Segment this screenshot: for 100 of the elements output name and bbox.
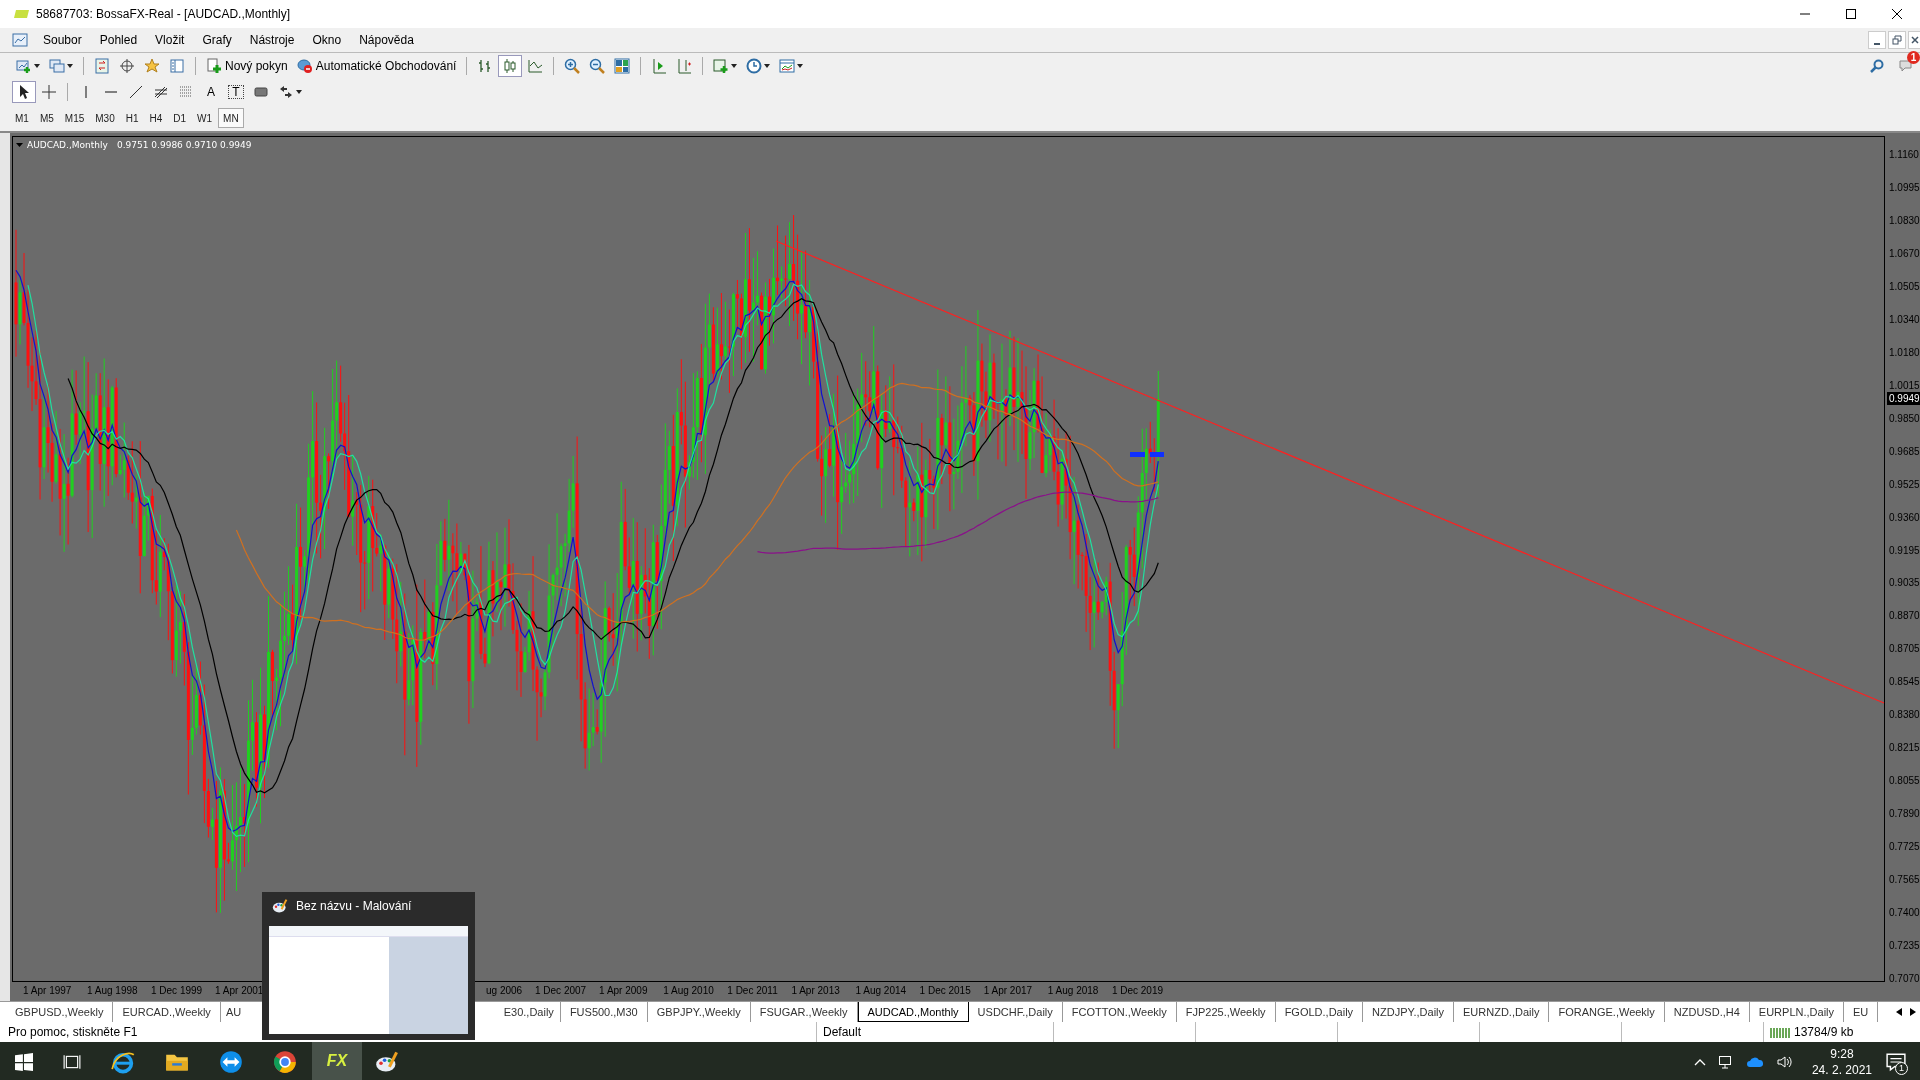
palette-icon bbox=[272, 898, 288, 914]
chart-tab[interactable]: AUDCAD.,Monthly bbox=[857, 1002, 969, 1022]
restore-icon bbox=[1892, 35, 1902, 45]
date-label: 1 Aug 2018 bbox=[1047, 985, 1099, 996]
template-icon bbox=[779, 58, 796, 74]
price-label: 1.0995 bbox=[1888, 180, 1920, 194]
date-label: 1 Apr 2001 bbox=[215, 985, 264, 996]
round-browser-icon[interactable] bbox=[273, 1050, 297, 1074]
status-help-text: Pro pomoc, stiskněte F1 bbox=[7, 1025, 138, 1039]
task-view-icon[interactable] bbox=[63, 1053, 81, 1071]
notification-count: 1 bbox=[1895, 1062, 1908, 1075]
candlestick-icon bbox=[502, 58, 519, 74]
speaker-icon[interactable] bbox=[1775, 1054, 1792, 1070]
star-icon bbox=[144, 58, 160, 74]
window-title: 58687703: BossaFX-Real - [AUDCAD.,Monthly] bbox=[36, 7, 291, 21]
menu-item[interactable]: Nápověda bbox=[350, 33, 423, 47]
price-label: 1.0340 bbox=[1888, 312, 1920, 326]
child-close-button[interactable] bbox=[1908, 31, 1920, 49]
price-label: 0.8545 bbox=[1888, 675, 1920, 689]
candlestick-button[interactable] bbox=[498, 55, 523, 77]
menu-item[interactable]: Okno bbox=[303, 33, 351, 47]
windows-logo-icon[interactable] bbox=[15, 1053, 33, 1071]
caret-icon bbox=[731, 64, 738, 68]
preview-title: Bez názvu - Malování bbox=[296, 899, 412, 913]
timeframe-button[interactable]: H1 bbox=[120, 108, 144, 128]
child-minimize-button[interactable] bbox=[1868, 31, 1886, 49]
caret-left-icon bbox=[1896, 1008, 1902, 1016]
horizontal-line-icon bbox=[105, 91, 117, 93]
child-restore-button[interactable] bbox=[1888, 31, 1906, 49]
timeframe-button[interactable]: M1 bbox=[10, 108, 34, 128]
menu-item[interactable]: Grafy bbox=[193, 33, 241, 47]
clock-date: 24. 2. 2021 bbox=[1811, 1062, 1872, 1078]
notification-icon[interactable] bbox=[1886, 1052, 1906, 1072]
timeframe-button[interactable]: MN bbox=[218, 108, 244, 128]
date-label: 1 Aug 2014 bbox=[855, 985, 907, 996]
close-icon bbox=[1909, 35, 1920, 45]
price-label: 1.1160 bbox=[1888, 148, 1920, 161]
timeframe-button[interactable]: M15 bbox=[59, 108, 90, 128]
price-label: 0.9195 bbox=[1888, 543, 1920, 557]
app-logo-icon bbox=[14, 9, 30, 19]
price-label: 0.9525 bbox=[1888, 477, 1920, 491]
date-label: 1 Dec 2019 bbox=[1111, 985, 1164, 996]
text-tool-button[interactable]: A bbox=[199, 81, 223, 103]
stop-badge-icon bbox=[296, 58, 313, 74]
traffic-text: 13784/9 kb bbox=[1794, 1025, 1854, 1039]
panel-icon bbox=[169, 58, 185, 74]
collapse-arrow-icon[interactable] bbox=[16, 143, 23, 147]
menu-item[interactable]: Soubor bbox=[34, 33, 91, 47]
timeframe-button[interactable]: D1 bbox=[168, 108, 192, 128]
price-label: 1.0505 bbox=[1888, 279, 1920, 293]
price-label: 0.8705 bbox=[1888, 642, 1920, 656]
date-label: 1 Apr 2009 bbox=[599, 985, 648, 996]
arrows-sheet-icon bbox=[94, 58, 110, 74]
new-order-button[interactable]: Nový pokyn bbox=[202, 55, 292, 77]
price-label: 0.7400 bbox=[1888, 906, 1920, 920]
fan-lines-icon bbox=[153, 84, 169, 100]
price-label: 0.7890 bbox=[1888, 807, 1920, 821]
chart-window-icon[interactable] bbox=[12, 32, 28, 48]
auto-trading-button[interactable]: Automatické Obchodování bbox=[292, 55, 461, 77]
price-label: 0.7725 bbox=[1888, 840, 1920, 854]
timeframe-button[interactable]: M5 bbox=[34, 108, 59, 128]
cloud-icon[interactable] bbox=[1745, 1056, 1764, 1068]
search-icon[interactable] bbox=[1869, 58, 1885, 74]
menu-item[interactable]: Pohled bbox=[90, 33, 147, 47]
price-label: 0.9035 bbox=[1888, 576, 1920, 590]
price-label: 1.0830 bbox=[1888, 213, 1920, 227]
timeframe-button[interactable]: W1 bbox=[192, 108, 218, 128]
menu-item[interactable]: Vložit bbox=[146, 33, 194, 47]
timeframe-button[interactable]: M30 bbox=[90, 108, 120, 128]
timeframe-button[interactable]: H4 bbox=[144, 108, 168, 128]
date-label: 1 Apr 2013 bbox=[791, 985, 840, 996]
date-label: 1 Dec 2007 bbox=[535, 985, 587, 996]
plus-icon bbox=[206, 58, 222, 74]
vertical-line-icon bbox=[85, 86, 87, 98]
windows-icon bbox=[49, 58, 65, 74]
price-label: 0.7565 bbox=[1888, 873, 1920, 887]
palette-icon[interactable] bbox=[375, 1050, 399, 1074]
maximize-icon bbox=[1845, 8, 1857, 20]
zoom-in-icon bbox=[564, 58, 581, 74]
notification-badge: 1 bbox=[1907, 51, 1920, 64]
price-label: 0.7235 bbox=[1888, 939, 1920, 953]
cursor-button[interactable] bbox=[12, 81, 36, 103]
price-label: 0.8380 bbox=[1888, 708, 1920, 722]
fx-app-button[interactable]: FX bbox=[312, 1042, 362, 1080]
arrows-icon bbox=[278, 84, 294, 100]
plus-chart-icon bbox=[713, 58, 730, 74]
zoom-out-icon bbox=[589, 58, 606, 74]
date-label: 1 Dec 1999 bbox=[151, 985, 203, 996]
menu-item[interactable]: Nástroje bbox=[240, 33, 304, 47]
browser-icon[interactable] bbox=[111, 1050, 135, 1074]
chevron-up-icon[interactable] bbox=[1693, 1058, 1706, 1066]
text-label-tool-button[interactable]: T bbox=[224, 81, 248, 103]
arrows-circle-icon[interactable] bbox=[219, 1050, 243, 1074]
chart-symbol: AUDCAD.,Monthly bbox=[27, 140, 108, 150]
crosshair-icon bbox=[41, 84, 57, 100]
connection-bars-icon bbox=[1770, 1026, 1790, 1038]
crosshair-icon bbox=[119, 58, 135, 74]
dotted-lines-icon bbox=[178, 84, 194, 100]
monitor-icon[interactable] bbox=[1717, 1054, 1734, 1070]
chart-shift-icon bbox=[676, 58, 693, 74]
